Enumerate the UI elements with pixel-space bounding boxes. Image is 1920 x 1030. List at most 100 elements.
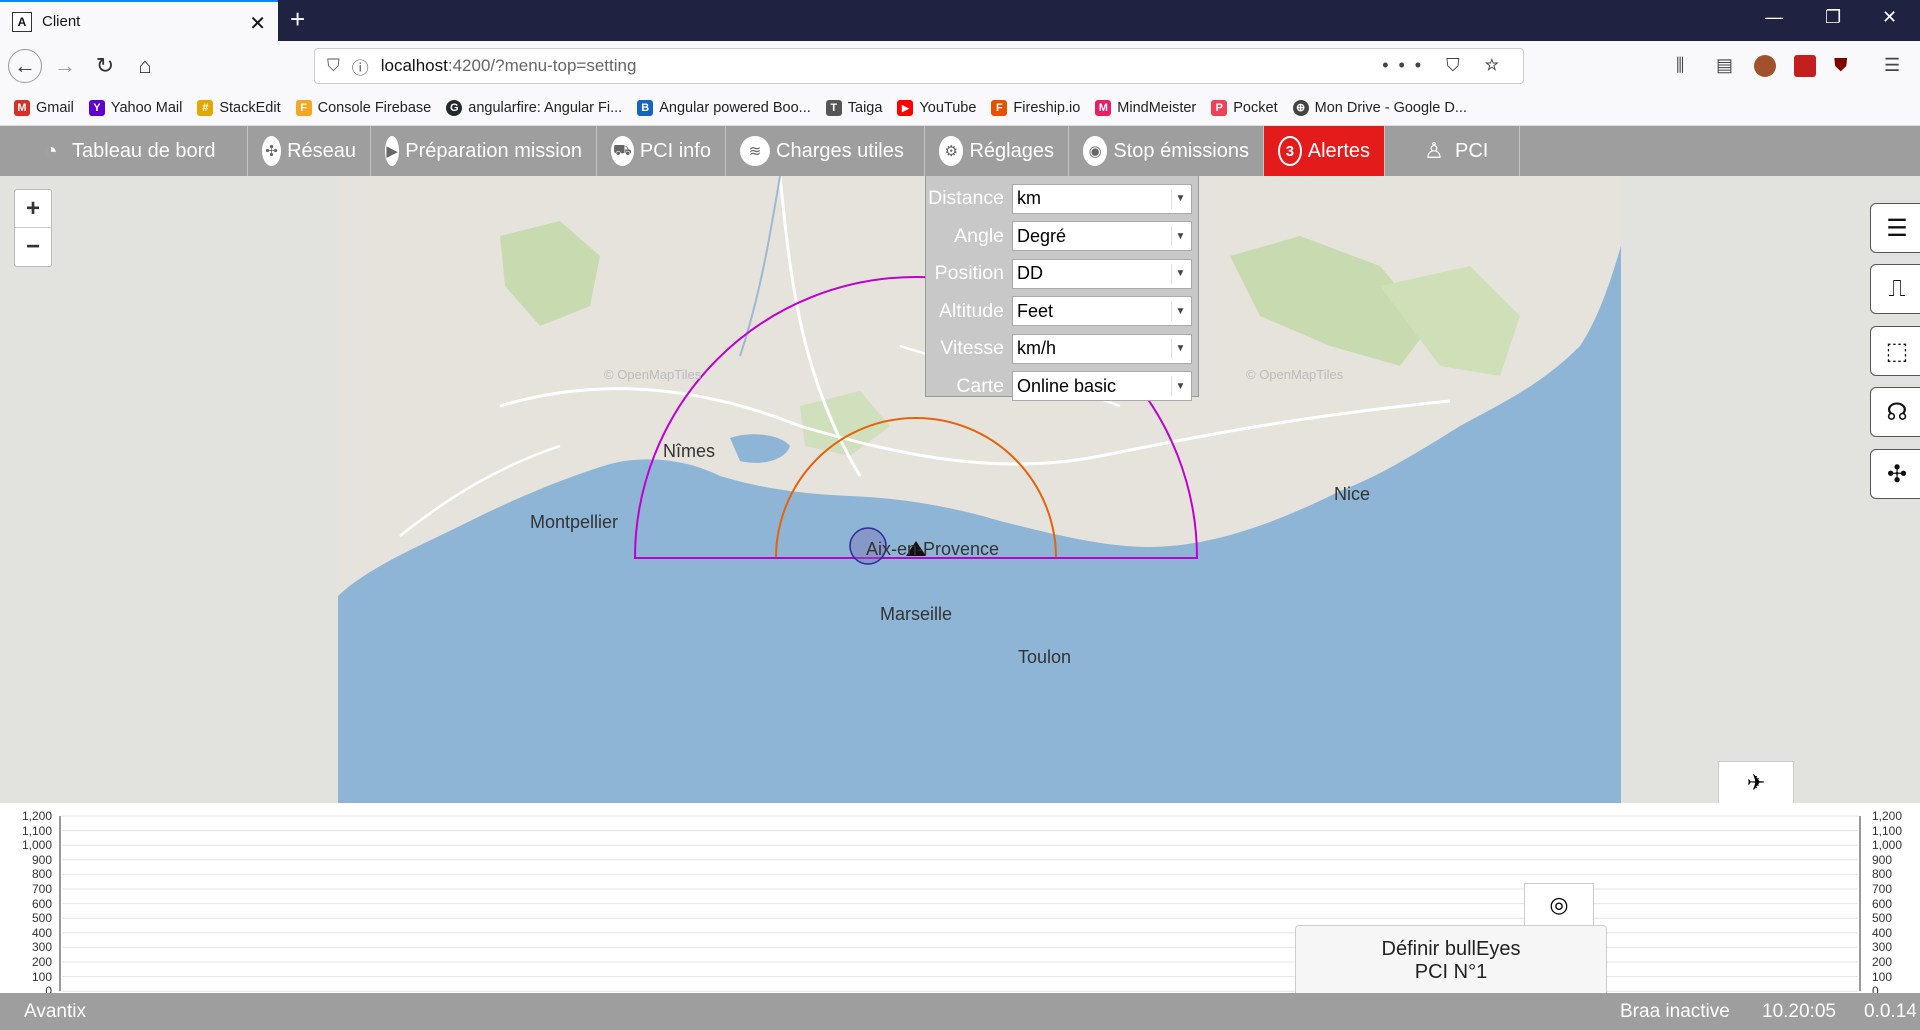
network-graph-icon[interactable]: ✣	[1870, 449, 1920, 499]
menu-reglages[interactable]: ⚙ Réglages	[925, 126, 1069, 176]
stackedit-icon: #	[197, 100, 214, 116]
extension-red-icon[interactable]	[1794, 55, 1816, 77]
position-select[interactable]: DD ▼	[1012, 258, 1192, 289]
minimize-icon[interactable]: —	[1765, 7, 1783, 28]
map-attribution: © OpenMapTiles	[604, 367, 702, 382]
bookmark-item[interactable]: F Console Firebase	[295, 100, 431, 116]
bookmark-item[interactable]: T Taiga	[825, 100, 882, 116]
wifi-icon: ≋	[740, 136, 770, 166]
bookmark-item[interactable]: M MindMeister	[1095, 100, 1196, 116]
version: 0.0.14	[1864, 1000, 1917, 1022]
menu-pci[interactable]: ♙ PCI	[1385, 126, 1520, 176]
truck-icon: ⛟	[611, 136, 634, 166]
zoom-in-button[interactable]: +	[15, 190, 51, 228]
gmail-icon: M	[14, 100, 30, 116]
y-tick-label: 800	[31, 867, 52, 882]
browser-tab[interactable]: A Client ✕	[0, 0, 278, 41]
headset-icon[interactable]: ☊	[1870, 387, 1920, 437]
menu-charges-utiles[interactable]: ≋ Charges utiles	[726, 126, 925, 176]
menu-stop-emissions[interactable]: ◉ Stop émissions	[1069, 126, 1264, 176]
menu-alertes[interactable]: 3 Alertes	[1264, 126, 1385, 176]
menu-icon[interactable]: ☰	[1884, 55, 1906, 77]
signal-icon[interactable]: ⎍	[1870, 264, 1920, 314]
youtube-icon: ▶	[897, 100, 914, 116]
angle-select[interactable]: Degré ▼	[1012, 221, 1192, 252]
globe-icon: ⊕	[1292, 100, 1309, 116]
bookmark-item[interactable]: B Angular powered Boo...	[637, 100, 811, 116]
url-path: :4200/?menu-top=setting	[447, 56, 637, 75]
city-label: Aix-en-Provence	[866, 539, 999, 559]
browser-tab-strip: A Client ✕ + — ❐ ✕	[0, 0, 1920, 41]
y-tick-label: 1,100	[1872, 823, 1903, 838]
sidebar-icon[interactable]: ▤	[1716, 55, 1738, 77]
bookmark-item[interactable]: M Gmail	[14, 100, 74, 116]
browser-navbar: ← → ↻ ⌂ ⛉ ⓘ localhost:4200/?menu-top=set…	[0, 41, 1920, 91]
close-window-icon[interactable]: ✕	[1882, 7, 1897, 28]
bookmark-item[interactable]: ▶ YouTube	[897, 100, 976, 116]
y-tick-label: 700	[31, 882, 52, 896]
restore-icon[interactable]: ❐	[1825, 7, 1841, 28]
chevron-down-icon: ▼	[1171, 376, 1189, 397]
dashboard-icon: ◔	[44, 138, 58, 163]
vitesse-select[interactable]: km/h ▼	[1012, 333, 1192, 364]
bullseye-icon[interactable]: ◎	[1524, 883, 1594, 927]
url-bar[interactable]: ⛉ ⓘ localhost:4200/?menu-top=setting •••…	[314, 48, 1524, 84]
altitude-select[interactable]: Feet ▼	[1012, 296, 1192, 327]
back-icon[interactable]: ←	[8, 49, 42, 83]
extension-avatar-icon[interactable]	[1754, 55, 1776, 77]
ublock-icon[interactable]: ⛊	[1834, 55, 1856, 77]
bookmarks-bar: M Gmail Y Yahoo Mail # StackEdit F Console F…	[0, 91, 1920, 126]
shield-icon: ⛉	[327, 56, 340, 75]
menu-tableau-de-bord[interactable]: ◔ Tableau de bord	[0, 126, 248, 176]
new-tab-icon[interactable]: +	[290, 4, 305, 35]
bookmark-item[interactable]: P Pocket	[1211, 100, 1278, 116]
setting-row-altitude: Altitude Feet ▼	[926, 293, 1198, 331]
city-label: Toulon	[1018, 647, 1071, 667]
firebase-icon: F	[295, 100, 312, 116]
y-tick-label: 300	[31, 940, 52, 955]
url-actions[interactable]: ••• ⛉ ☆	[1382, 55, 1509, 76]
altitude-profile[interactable]: 1,200 1,200 1,100 1,100 1,000 1,000 900 900 800 8…	[0, 803, 1920, 998]
menu-preparation-mission[interactable]: ▶ Préparation mission	[371, 126, 597, 176]
bootstrap-icon: B	[637, 100, 654, 116]
gear-icon: ⚙	[939, 136, 964, 166]
github-icon: G	[446, 100, 463, 116]
clock: 10.20:05	[1762, 1000, 1836, 1022]
library-icon[interactable]: ⫼	[1676, 55, 1698, 77]
polygon-icon[interactable]: ⬚	[1870, 326, 1920, 376]
list-icon[interactable]: ☰	[1870, 203, 1920, 253]
forward-icon[interactable]: →	[48, 49, 82, 83]
pocket-icon: P	[1211, 100, 1228, 116]
menu-pci-info[interactable]: ⛟ PCI info	[597, 126, 726, 176]
y-tick-label: 1,100	[21, 823, 52, 838]
home-icon[interactable]: ⌂	[128, 49, 162, 83]
bookmark-item[interactable]: # StackEdit	[197, 100, 281, 116]
setting-row-distance: Distance km ▼	[926, 180, 1198, 218]
city-label: Nice	[1334, 484, 1370, 504]
bullseye-panel[interactable]: Définir bullEyes PCI N°1	[1295, 925, 1607, 995]
zoom-out-button[interactable]: −	[15, 228, 51, 266]
reload-icon[interactable]: ↻	[88, 49, 122, 83]
setting-row-carte: Carte Online basic ▼	[926, 368, 1198, 406]
chevron-down-icon: ▼	[1171, 188, 1189, 209]
bullseye-title: Définir bullEyes	[1381, 938, 1521, 960]
yahoo-icon: Y	[88, 100, 105, 116]
braa-status: Braa inactive	[1620, 1000, 1730, 1022]
y-tick-label: 1,000	[21, 838, 52, 853]
bookmark-item[interactable]: ⊕ Mon Drive - Google D...	[1292, 100, 1467, 116]
carte-select[interactable]: Online basic ▼	[1012, 371, 1192, 402]
takeoff-icon[interactable]: ✈	[1718, 761, 1794, 803]
menu-reseau[interactable]: ✣ Réseau	[248, 126, 371, 176]
bookmark-item[interactable]: F Fireship.io	[991, 100, 1080, 116]
tab-title: Client	[42, 13, 81, 30]
zoom-control: + −	[14, 189, 52, 267]
settings-panel: Distance km ▼ Angle Degré ▼ Position DD ▼ Alti…	[925, 176, 1199, 402]
y-tick-label: 400	[1872, 925, 1893, 940]
city-label: Nîmes	[663, 441, 715, 461]
bookmark-item[interactable]: Y Yahoo Mail	[88, 100, 182, 116]
distance-select[interactable]: km ▼	[1012, 183, 1192, 214]
city-label: Montpellier	[530, 512, 618, 532]
bookmark-item[interactable]: Gangularfire: Angular Fi...	[446, 100, 622, 116]
close-tab-icon[interactable]: ✕	[249, 11, 266, 36]
y-tick-label: 300	[1872, 940, 1893, 955]
